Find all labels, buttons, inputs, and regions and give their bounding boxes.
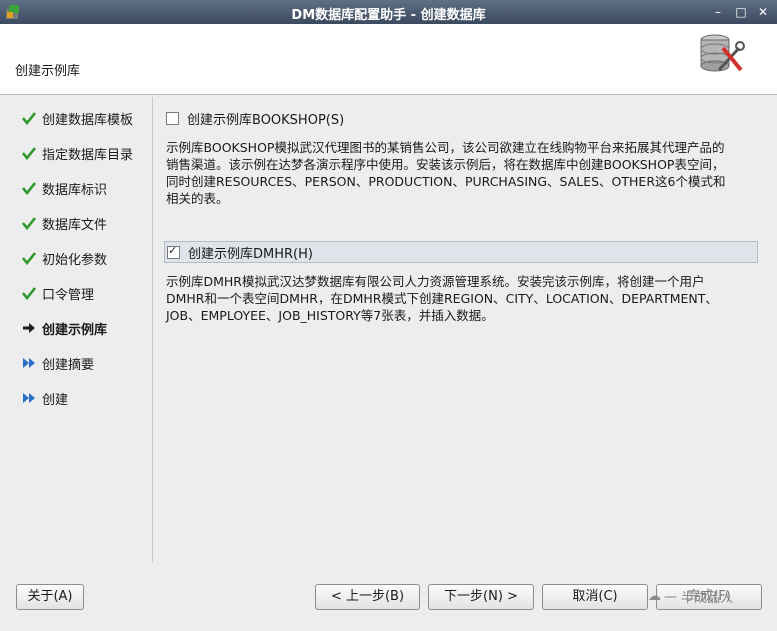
steps-sidebar: 创建数据库模板 指定数据库目录 数据库标识 数据库文件 初始化参数 口令管理 创…	[4, 97, 153, 563]
about-button[interactable]: 关于(A)	[16, 584, 84, 610]
description-line: 相关的表。	[166, 191, 229, 206]
maximize-button[interactable]: □	[734, 5, 748, 19]
sidebar-item-password: 口令管理	[22, 282, 94, 304]
sidebar-item-template: 创建数据库模板	[22, 107, 133, 129]
check-icon	[22, 182, 36, 195]
check-icon	[22, 147, 36, 160]
dmhr-checkbox-label[interactable]: 创建示例库DMHR(H)	[188, 243, 313, 262]
watermark: ☁ 一 半成品人	[648, 587, 733, 606]
double-chevron-icon	[23, 393, 35, 403]
check-icon	[22, 112, 36, 125]
dmhr-checkbox-row[interactable]: ✓ 创建示例库DMHR(H)	[164, 241, 758, 263]
cancel-button[interactable]: 取消(C)	[542, 584, 648, 610]
arrow-right-icon	[23, 323, 35, 333]
check-icon	[22, 252, 36, 265]
check-icon	[22, 287, 36, 300]
sidebar-item-label: 创建数据库模板	[42, 112, 134, 128]
button-bar: 关于(A) < 上一步(B) 下一步(N) > 取消(C) 完成(F) ☁ 一 …	[0, 567, 777, 631]
sidebar-item-summary: 创建摘要	[22, 352, 94, 374]
sidebar-item-files: 数据库文件	[22, 212, 107, 234]
content-panel: 创建示例库BOOKSHOP(S) 示例库BOOKSHOP模拟武汉代理图书的某销售…	[154, 97, 773, 563]
title-bar: DM数据库配置助手 - 创建数据库 – □ ✕	[0, 0, 777, 24]
sidebar-item-label: 创建	[42, 392, 69, 408]
watermark-text: 一 半成品人	[664, 591, 734, 606]
step-title: 创建示例库	[15, 64, 81, 79]
description-line: 示例库DMHR模拟武汉达梦数据库有限公司人力资源管理系统。安装完该示例库，将创建…	[166, 274, 705, 289]
close-button[interactable]: ✕	[756, 5, 770, 19]
sidebar-item-create: 创建	[22, 387, 68, 409]
dmhr-description: 示例库DMHR模拟武汉达梦数据库有限公司人力资源管理系统。安装完该示例库，将创建…	[166, 273, 756, 324]
bookshop-checkbox[interactable]	[166, 112, 179, 125]
check-icon	[22, 217, 36, 230]
description-line: 同时创建RESOURCES、PERSON、PRODUCTION、PURCHASI…	[166, 174, 726, 189]
bookshop-description: 示例库BOOKSHOP模拟武汉代理图书的某销售公司，该公司欲建立在线购物平台来拓…	[166, 139, 756, 207]
sidebar-item-label: 初始化参数	[42, 252, 108, 268]
minimize-button[interactable]: –	[711, 5, 725, 19]
wechat-icon: ☁	[648, 589, 661, 604]
next-button[interactable]: 下一步(N) >	[428, 584, 534, 610]
wizard-header: 创建示例库	[0, 24, 777, 95]
description-line: 销售渠道。该示例在达梦各演示程序中使用。安装该示例后，将在数据库中创建BOOKS…	[166, 157, 725, 172]
sidebar-item-label: 创建摘要	[42, 357, 95, 373]
sidebar-item-label: 数据库标识	[42, 182, 108, 198]
dmhr-checkbox[interactable]: ✓	[167, 243, 180, 259]
sidebar-item-directory: 指定数据库目录	[22, 142, 133, 164]
sidebar-item-label: 创建示例库	[42, 322, 108, 338]
sidebar-item-label: 口令管理	[42, 287, 95, 303]
wizard-body: 创建数据库模板 指定数据库目录 数据库标识 数据库文件 初始化参数 口令管理 创…	[0, 95, 777, 567]
sidebar-item-samples: 创建示例库	[22, 317, 107, 339]
description-line: JOB、EMPLOYEE、JOB_HISTORY等7张表，并插入数据。	[166, 308, 494, 323]
bookshop-checkbox-row[interactable]: 创建示例库BOOKSHOP(S)	[166, 109, 344, 128]
description-line: DMHR和一个表空间DMHR，在DMHR模式下创建REGION、CITY、LOC…	[166, 291, 718, 306]
database-tools-icon	[700, 34, 745, 72]
sidebar-item-identity: 数据库标识	[22, 177, 107, 199]
prev-button[interactable]: < 上一步(B)	[315, 584, 420, 610]
double-chevron-icon	[23, 358, 35, 368]
bookshop-checkbox-label[interactable]: 创建示例库BOOKSHOP(S)	[187, 109, 344, 128]
sidebar-item-label: 指定数据库目录	[42, 147, 134, 163]
checkmark-icon: ✓	[168, 243, 178, 257]
description-line: 示例库BOOKSHOP模拟武汉代理图书的某销售公司，该公司欲建立在线购物平台来拓…	[166, 140, 725, 155]
sidebar-item-label: 数据库文件	[42, 217, 108, 233]
sidebar-item-params: 初始化参数	[22, 247, 107, 269]
window-title: DM数据库配置助手 - 创建数据库	[291, 8, 486, 23]
